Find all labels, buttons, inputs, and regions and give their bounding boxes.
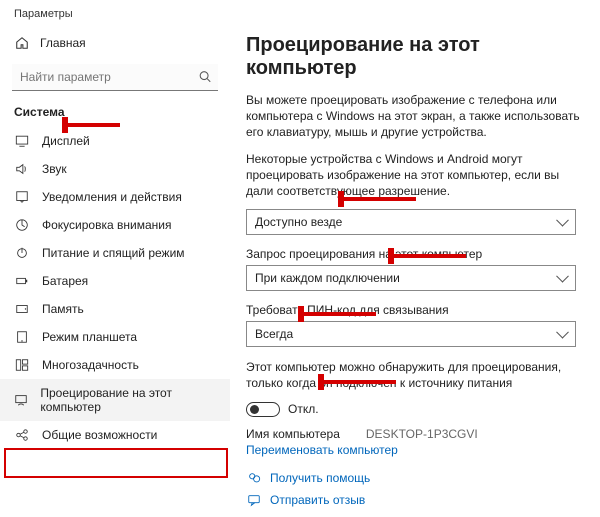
description-1: Вы можете проецировать изображение с тел… (246, 92, 586, 141)
shared-icon (14, 428, 30, 442)
nav-item-notifications[interactable]: Уведомления и действия (0, 183, 230, 211)
nav-label: Проецирование на этот компьютер (40, 386, 216, 414)
nav-item-display[interactable]: Дисплей (0, 127, 230, 155)
storage-icon (14, 302, 30, 316)
nav-item-projecting[interactable]: Проецирование на этот компьютер (0, 379, 230, 421)
pc-name-value: DESKTOP-1P3CGVI (366, 427, 478, 441)
page-title: Проецирование на этот компьютер (246, 34, 586, 80)
nav-label: Уведомления и действия (42, 190, 182, 204)
nav-item-focus[interactable]: Фокусировка внимания (0, 211, 230, 239)
window-title: Параметры (0, 0, 600, 24)
availability-value: Доступно везде (255, 215, 342, 229)
focus-icon (14, 218, 30, 232)
nav-label: Память (42, 302, 84, 316)
nav-item-shared[interactable]: Общие возможности (0, 421, 230, 449)
nav-label: Дисплей (42, 134, 90, 148)
nav-item-multitask[interactable]: Многозадачность (0, 351, 230, 379)
display-icon (14, 134, 30, 148)
nav-item-battery[interactable]: Батарея (0, 267, 230, 295)
projecting-icon (14, 393, 28, 407)
feedback-icon (246, 493, 262, 507)
description-2: Некоторые устройства с Windows и Android… (246, 151, 586, 200)
nav-item-storage[interactable]: Память (0, 295, 230, 323)
tablet-icon (14, 330, 30, 344)
content-pane: Проецирование на этот компьютер Вы может… (230, 24, 600, 517)
toggle-state-label: Откл. (288, 402, 319, 416)
availability-select[interactable]: Доступно везде (246, 209, 576, 235)
nav-label: Фокусировка внимания (42, 218, 171, 232)
ask-to-project-value: При каждом подключении (255, 271, 400, 285)
nav-item-power[interactable]: Питание и спящий режим (0, 239, 230, 267)
multitask-icon (14, 358, 30, 372)
pin-label: Требовать ПИН-код для связывания (246, 303, 586, 317)
rename-pc-link[interactable]: Переименовать компьютер (246, 443, 398, 457)
pin-select[interactable]: Всегда (246, 321, 576, 347)
help-icon (246, 471, 262, 485)
section-label: Система (0, 101, 230, 127)
nav-item-tablet[interactable]: Режим планшета (0, 323, 230, 351)
nav-list: Дисплей Звук Уведомления и действия Фоку… (0, 127, 230, 449)
search-icon (198, 69, 212, 86)
power-icon (14, 246, 30, 260)
sidebar: Главная Система Дисплей Звук (0, 24, 230, 517)
battery-icon (14, 274, 30, 288)
home-icon (14, 36, 30, 50)
discover-toggle[interactable] (246, 402, 280, 417)
pc-name-label: Имя компьютера (246, 427, 340, 441)
ask-to-project-label: Запрос проецирования на этот компьютер (246, 247, 586, 261)
pin-value: Всегда (255, 327, 293, 341)
feedback-link[interactable]: Отправить отзыв (270, 493, 365, 507)
nav-label: Режим планшета (42, 330, 137, 344)
get-help-link[interactable]: Получить помощь (270, 471, 370, 485)
nav-label: Многозадачность (42, 358, 139, 372)
home-link[interactable]: Главная (0, 30, 230, 56)
search-input[interactable] (12, 64, 218, 91)
nav-label: Общие возможности (42, 428, 157, 442)
ask-to-project-select[interactable]: При каждом подключении (246, 265, 576, 291)
notifications-icon (14, 190, 30, 204)
nav-item-sound[interactable]: Звук (0, 155, 230, 183)
discover-description: Этот компьютер можно обнаружить для прое… (246, 359, 586, 391)
search-wrap (12, 64, 218, 91)
nav-label: Батарея (42, 274, 88, 288)
sound-icon (14, 162, 30, 176)
home-label: Главная (40, 36, 86, 50)
nav-label: Питание и спящий режим (42, 246, 185, 260)
nav-label: Звук (42, 162, 67, 176)
